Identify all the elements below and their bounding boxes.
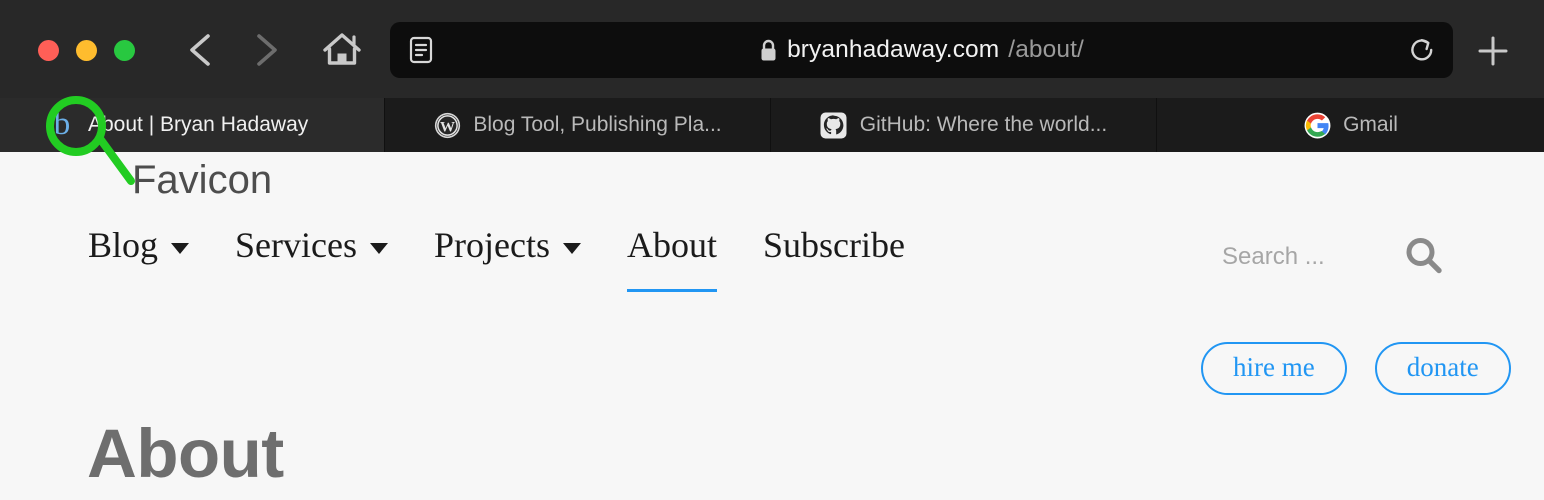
lock-icon [759,38,778,63]
nav-label: Blog [88,225,159,265]
tab-strip: b About | Bryan Hadaway W Blog Tool, Pub… [0,98,1544,152]
google-icon [1303,111,1331,139]
search-icon [1402,234,1446,281]
tab-title: Gmail [1343,113,1398,136]
site-navigation: Blog Services Projects About Subscribe [88,224,905,292]
tab-gmail[interactable]: Gmail [1157,98,1544,152]
tab-wordpress[interactable]: W Blog Tool, Publishing Pla... [385,98,771,152]
address-bar[interactable]: bryanhadaway.com/about/ [390,22,1453,78]
hire-me-button[interactable]: hire me [1201,342,1347,395]
page-title: About [87,415,284,492]
chevron-down-icon [562,242,581,254]
nav-label: Projects [433,225,550,265]
nav-item-projects[interactable]: Projects [434,224,581,270]
letter-b-favicon: b [53,105,71,142]
close-window-button[interactable] [38,40,59,61]
nav-item-about[interactable]: About [626,224,717,292]
nav-label: About [626,225,717,265]
minimize-window-button[interactable] [76,40,97,61]
github-icon [820,111,848,139]
maximize-window-button[interactable] [114,40,135,61]
tab-about-bryan-hadaway[interactable]: b About | Bryan Hadaway [0,98,385,152]
browser-window: bryanhadaway.com/about/ b About | Bryan … [0,0,1544,500]
tab-title: About | Bryan Hadaway [88,113,309,136]
tab-github[interactable]: GitHub: Where the world... [771,98,1157,152]
tab-title: Blog Tool, Publishing Pla... [473,113,722,136]
search-input[interactable] [1222,243,1397,271]
cta-buttons: hire me donate [1201,342,1511,395]
nav-item-blog[interactable]: Blog [88,224,190,270]
reload-button[interactable] [1405,33,1439,67]
browser-toolbar: bryanhadaway.com/about/ [0,0,1544,98]
svg-text:W: W [440,119,455,135]
search-button[interactable] [1397,230,1451,284]
url-host: bryanhadaway.com [787,36,1000,63]
window-controls [38,40,135,61]
nav-label: Subscribe [762,225,905,265]
back-button[interactable] [176,26,224,74]
wordpress-icon: W [433,111,461,139]
forward-button[interactable] [243,26,291,74]
new-tab-button[interactable] [1470,28,1516,74]
url-display[interactable]: bryanhadaway.com/about/ [390,36,1453,64]
url-path: /about/ [1008,36,1084,63]
nav-item-services[interactable]: Services [235,224,388,270]
chevron-down-icon [369,242,388,254]
nav-item-subscribe[interactable]: Subscribe [763,224,905,270]
tab-title: GitHub: Where the world... [859,113,1108,136]
nav-label: Services [235,225,357,265]
search-area [1222,230,1451,284]
donate-button[interactable]: donate [1374,342,1511,395]
chevron-down-icon [171,242,190,254]
page-viewport: Blog Services Projects About Subscribe S… [0,152,1544,500]
home-button[interactable] [318,26,366,74]
